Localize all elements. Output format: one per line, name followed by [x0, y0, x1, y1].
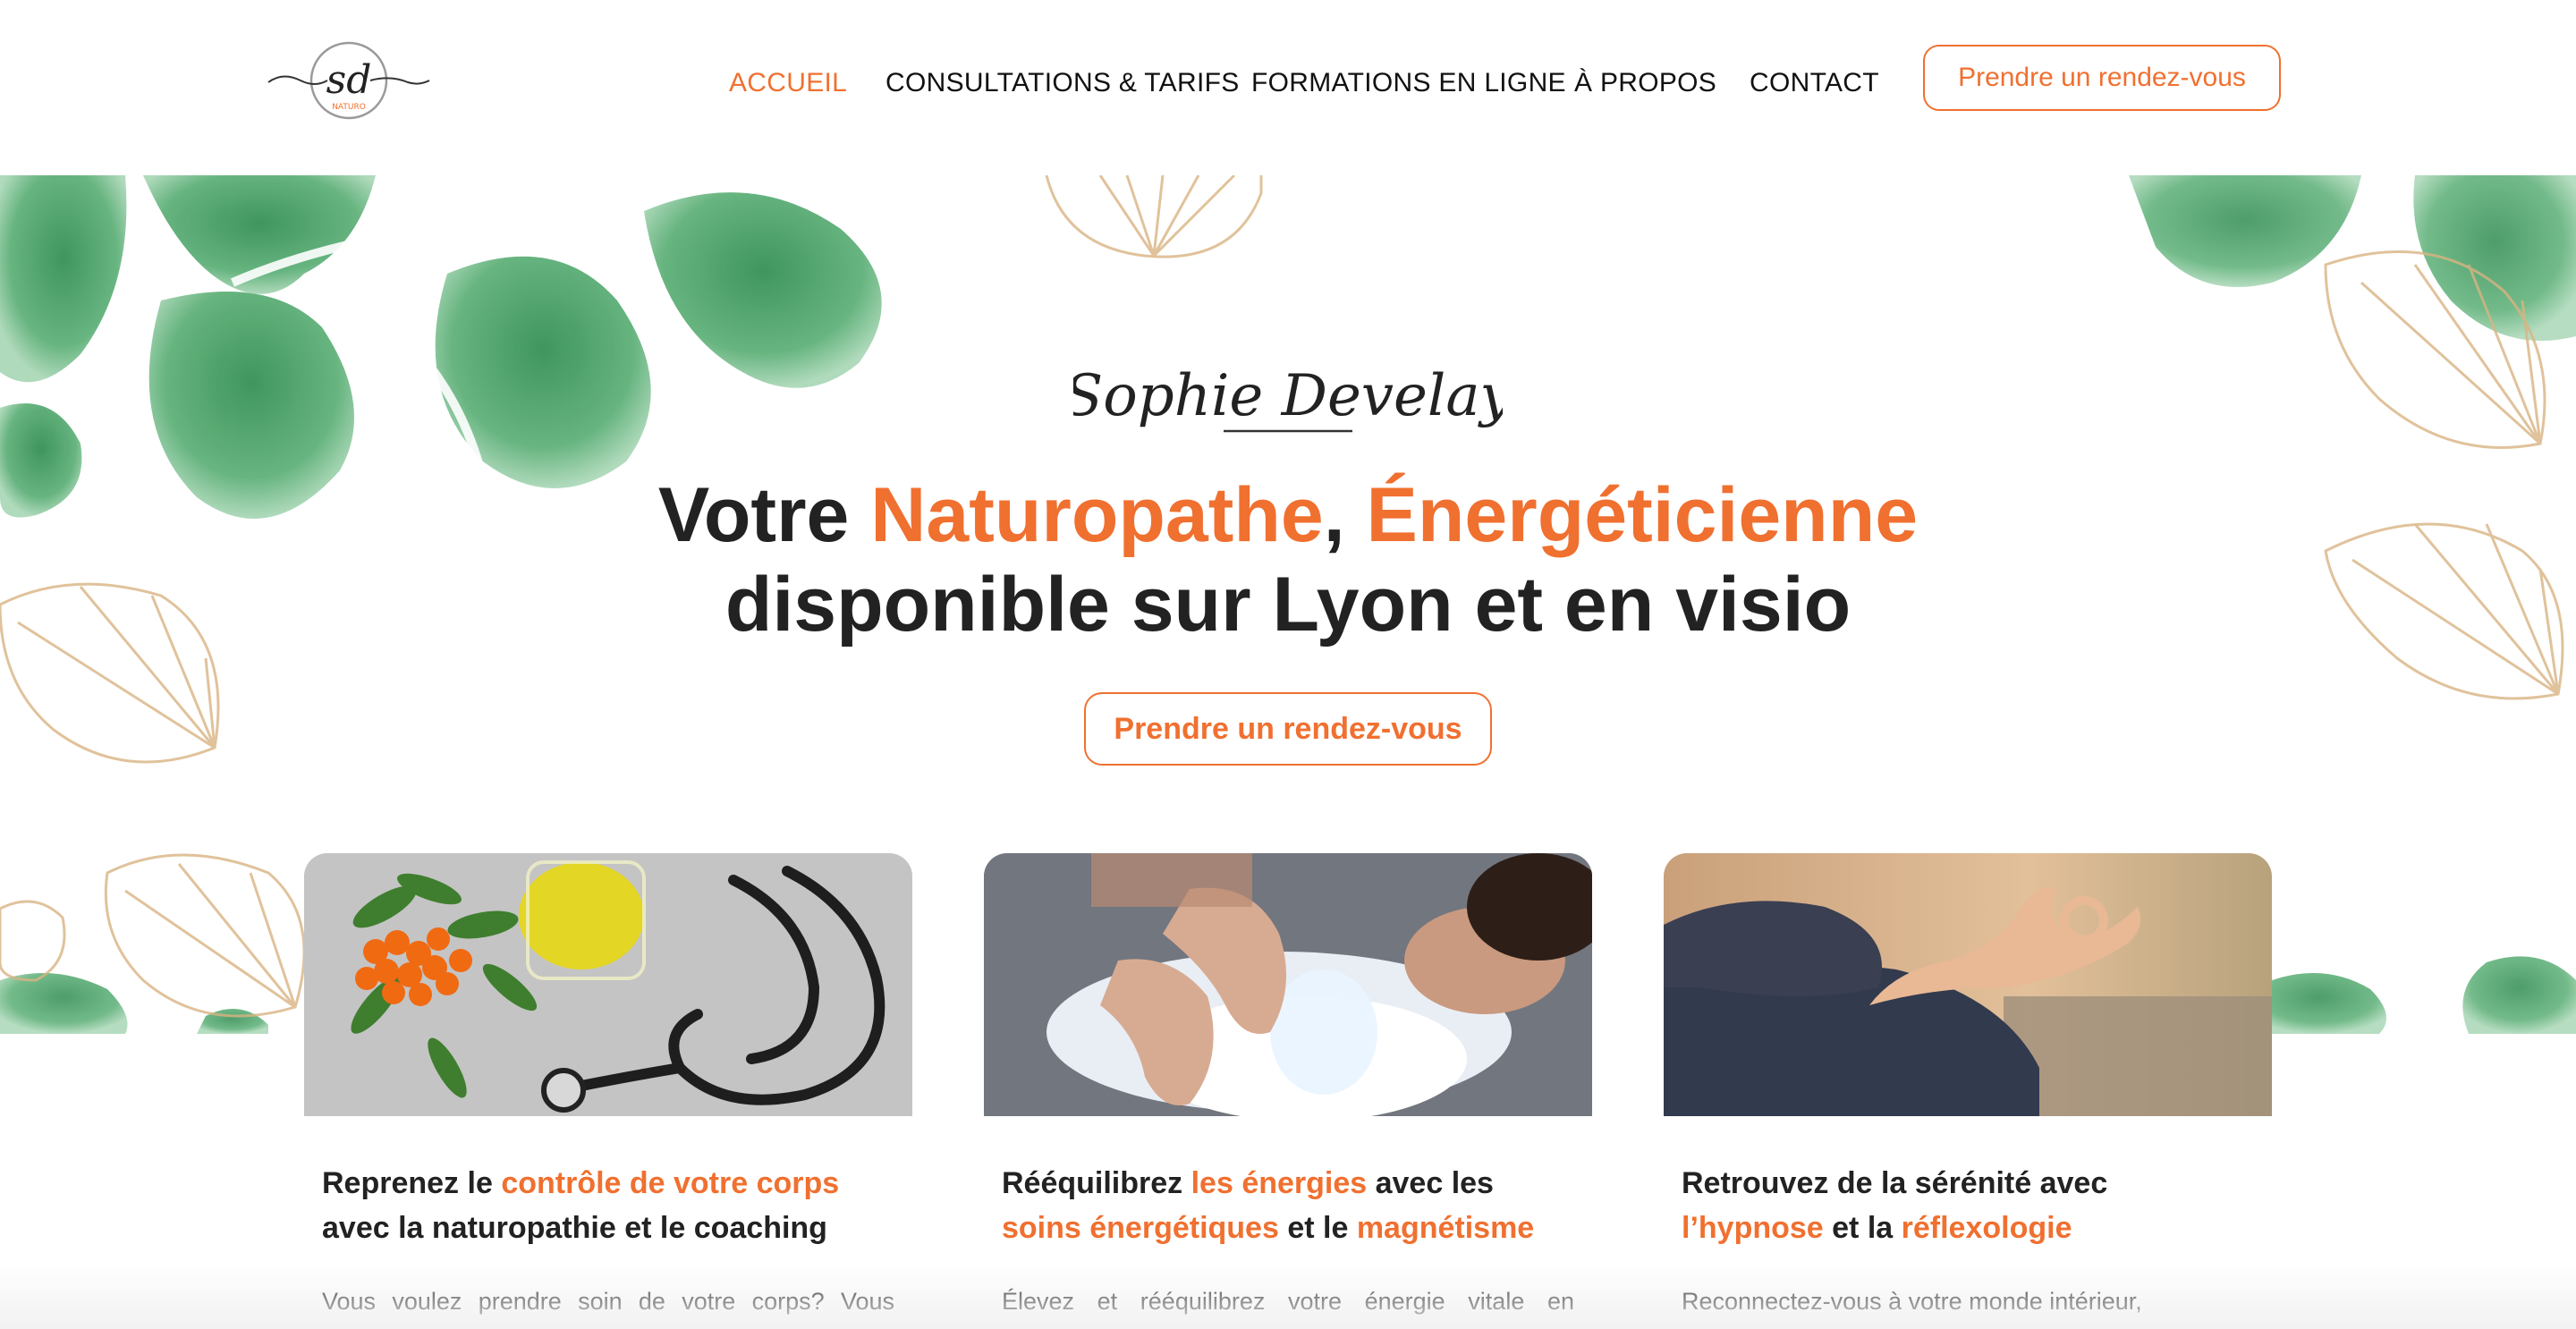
card-title-highlight: les énergies: [1191, 1166, 1368, 1200]
nav-a-propos[interactable]: À PROPOS: [1574, 68, 1716, 98]
card-title-part: et la: [1823, 1211, 1902, 1245]
card-title-highlight: magnétisme: [1356, 1211, 1535, 1245]
card-title-highlight: contrôle de votre corps: [501, 1166, 840, 1200]
card-title-part: Rééquilibrez: [1002, 1166, 1191, 1200]
card-title-highlight: soins énergétiques: [1002, 1211, 1279, 1245]
signature: Sophie Develay: [1073, 363, 1503, 433]
service-card-naturopathie[interactable]: Reprenez le contrôle de votre corps avec…: [304, 853, 912, 1329]
hero-title-energeticienne: Énergéticienne: [1366, 472, 1919, 558]
energy-healing-image: [984, 853, 1592, 1116]
card-title-part: Reprenez le: [322, 1166, 502, 1200]
card-title-highlight: réflexologie: [1901, 1211, 2072, 1245]
card-title-line2: avec la naturopathie et le coaching: [322, 1211, 827, 1245]
hero-title-part: Votre: [657, 472, 871, 558]
header-appointment-button[interactable]: Prendre un rendez-vous: [1923, 45, 2281, 111]
card-title-highlight: l’hypnose: [1682, 1211, 1824, 1245]
nav-contact[interactable]: CONTACT: [1750, 68, 1879, 98]
services-cards: Reprenez le contrôle de votre corps avec…: [0, 853, 2576, 1329]
card-title: Reprenez le contrôle de votre corps avec…: [322, 1161, 912, 1250]
service-card-hypnose-reflexologie[interactable]: Retrouvez de la sérénité avec l’hypnose …: [1664, 853, 2272, 1329]
hero-title-line2: disponible sur Lyon et en visio: [724, 562, 1852, 648]
card-title-part: et le: [1278, 1211, 1357, 1245]
card-text: Élevez et rééquilibrez votre énergie vit…: [1002, 1288, 1574, 1315]
card-text: Vous voulez prendre soin de votre corps?…: [322, 1288, 894, 1315]
card-title: Retrouvez de la sérénité avec l’hypnose …: [1682, 1161, 2272, 1250]
logo-tag: NATURO: [332, 103, 366, 112]
nav-accueil[interactable]: ACCUEIL: [729, 68, 847, 98]
card-title: Rééquilibrez les énergies avec les soins…: [1002, 1161, 1592, 1250]
service-card-soins-energetiques[interactable]: Rééquilibrez les énergies avec les soins…: [984, 853, 1592, 1329]
card-title-line1: Retrouvez de la sérénité avec: [1682, 1166, 2108, 1200]
card-text: Reconnectez-vous à votre monde intérieur…: [1682, 1288, 2142, 1315]
meditation-image: [1664, 853, 2272, 1116]
card-title-part: avec les: [1367, 1166, 1494, 1200]
site-header: sd NATURO ACCUEIL CONSULTATIONS & TARIFS…: [0, 0, 2576, 175]
hero-title-part: ,: [1323, 472, 1367, 558]
hero-appointment-button[interactable]: Prendre un rendez-vous: [1084, 692, 1492, 766]
naturopathy-image: [304, 853, 912, 1116]
hero-title: Votre Naturopathe, Énergéticienne dispon…: [0, 470, 2576, 649]
nav-formations[interactable]: FORMATIONS EN LIGNE: [1251, 68, 1566, 98]
signature-text: Sophie Develay: [1073, 363, 1503, 429]
hero-title-naturopathe: Naturopathe: [870, 472, 1324, 558]
nav-consultations-tarifs[interactable]: CONSULTATIONS & TARIFS: [886, 68, 1240, 98]
